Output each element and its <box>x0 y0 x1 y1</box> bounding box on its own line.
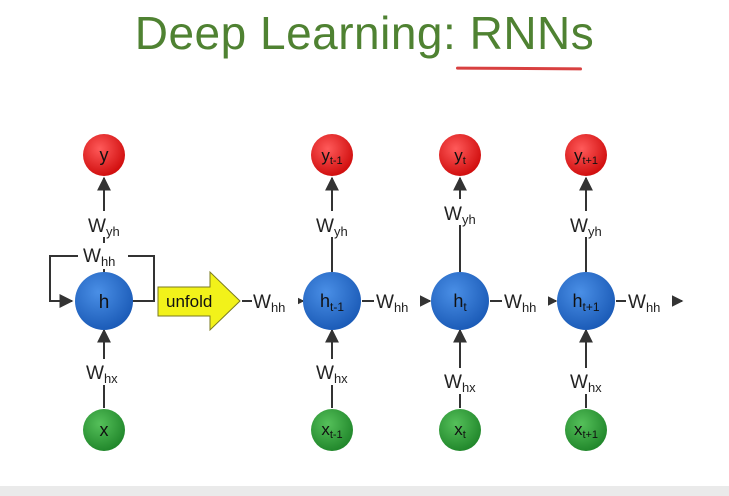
unfold-label: unfold <box>166 292 212 311</box>
folded-output-label: y <box>100 145 109 165</box>
unfolded-step-t: Wyh Whx yt ht xt <box>431 134 489 451</box>
unfolded-step-t+1: Wyh Whx yt+1 ht+1 xt+1 <box>557 134 615 451</box>
rnn-diagram: Wyh Whh Whx y h x unfold Whh Whh Whh Whh… <box>49 134 684 451</box>
folded-input-label: x <box>100 420 109 440</box>
unfolded-step-t-1: Wyh Whx yt-1 ht-1 xt-1 <box>303 134 361 451</box>
bottom-bar <box>0 486 729 496</box>
folded-hidden-label: h <box>99 292 110 313</box>
